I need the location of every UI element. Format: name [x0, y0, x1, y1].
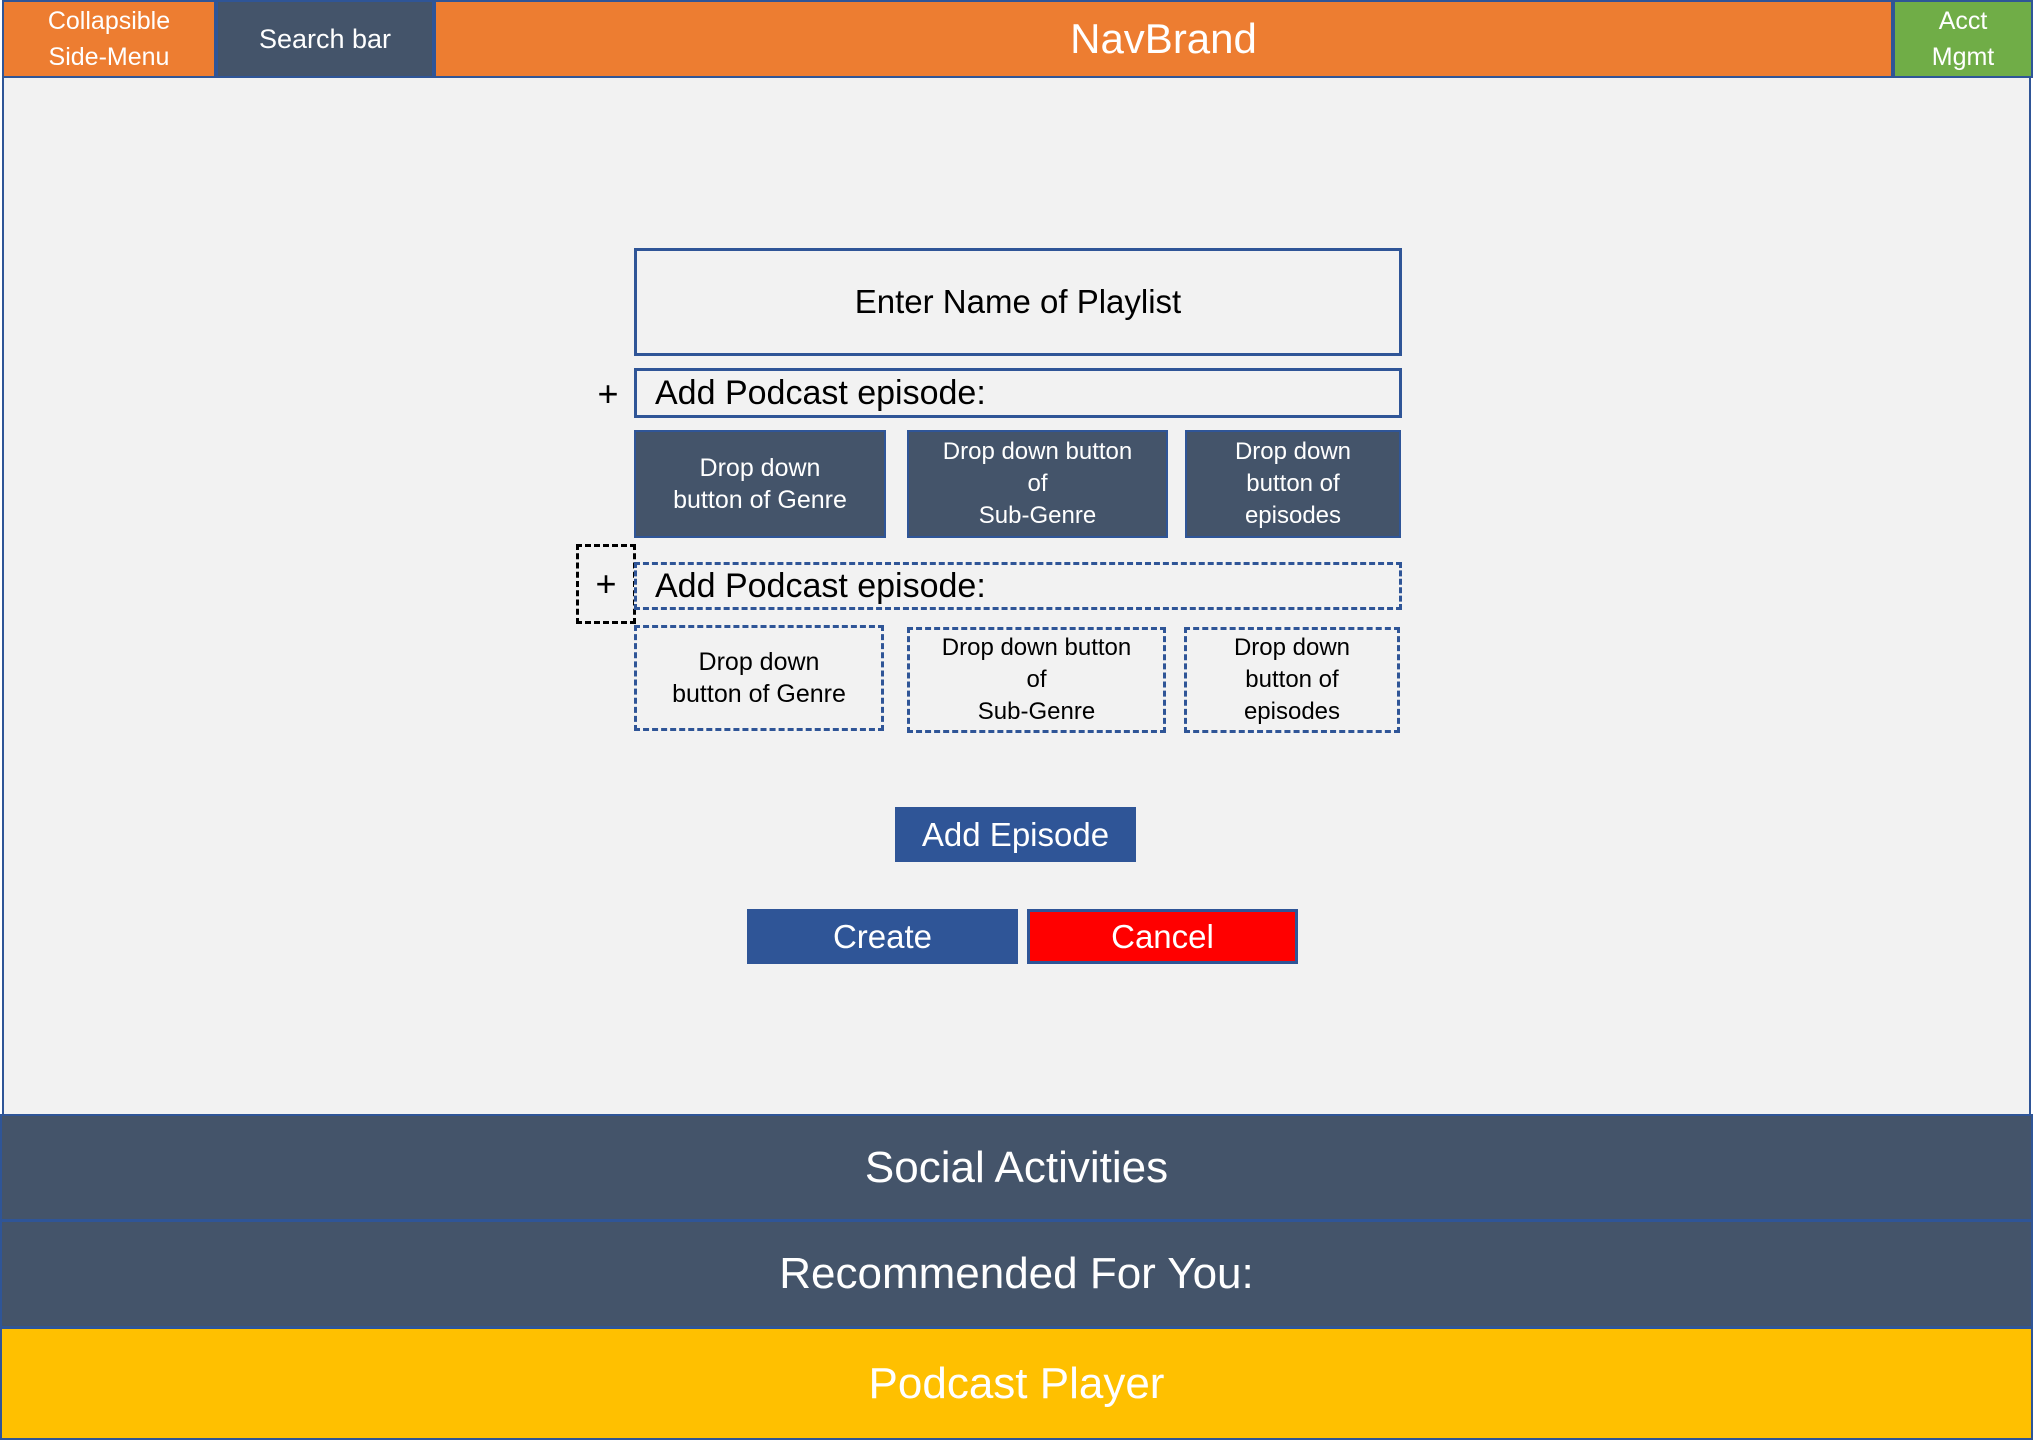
- recommended-panel[interactable]: Recommended For You:: [0, 1220, 2033, 1328]
- add-row-plus-icon[interactable]: +: [588, 372, 628, 416]
- playlist-name-input[interactable]: Enter Name of Playlist: [634, 248, 1402, 356]
- genre-dropdown[interactable]: Drop down button of Genre: [634, 430, 886, 538]
- add-podcast-episode-row: Add Podcast episode:: [634, 368, 1402, 418]
- nav-brand: NavBrand: [434, 0, 1893, 78]
- podcast-player[interactable]: Podcast Player: [0, 1327, 2033, 1440]
- create-button[interactable]: Create: [747, 909, 1018, 964]
- add-podcast-episode-row-additional: Add Podcast episode:: [634, 562, 1402, 610]
- cancel-button[interactable]: Cancel: [1027, 909, 1298, 964]
- add-row-plus-icon[interactable]: +: [576, 544, 636, 624]
- side-menu-toggle[interactable]: Collapsible Side-Menu: [2, 0, 216, 78]
- account-management-button[interactable]: Acct Mgmt: [1893, 0, 2033, 78]
- add-episode-button[interactable]: Add Episode: [895, 807, 1136, 862]
- genre-dropdown-additional[interactable]: Drop down button of Genre: [634, 625, 884, 731]
- social-activities-panel[interactable]: Social Activities: [0, 1114, 2033, 1221]
- search-bar[interactable]: Search bar: [216, 0, 434, 78]
- subgenre-dropdown[interactable]: Drop down button of Sub-Genre: [907, 430, 1168, 538]
- subgenre-dropdown-additional[interactable]: Drop down button of Sub-Genre: [907, 627, 1166, 733]
- episodes-dropdown-additional[interactable]: Drop down button of episodes: [1184, 627, 1400, 733]
- episodes-dropdown[interactable]: Drop down button of episodes: [1185, 430, 1401, 538]
